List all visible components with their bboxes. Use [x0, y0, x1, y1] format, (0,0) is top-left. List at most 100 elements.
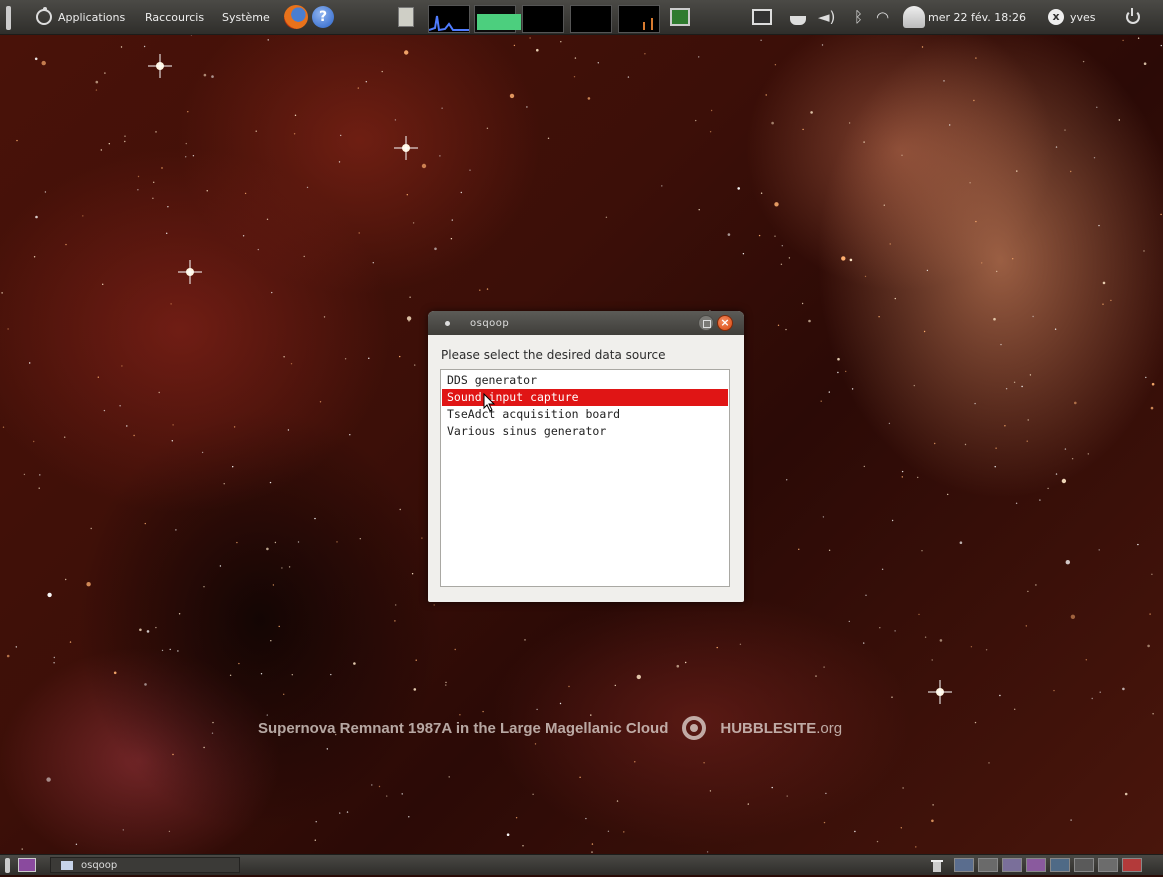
- workspace-3[interactable]: [1002, 858, 1022, 872]
- star: [236, 541, 238, 544]
- star: [889, 243, 891, 245]
- star: [412, 222, 415, 224]
- menu-raccourcis[interactable]: Raccourcis: [145, 0, 204, 34]
- star: [1070, 819, 1072, 821]
- star: [1151, 573, 1153, 575]
- star: [1061, 478, 1067, 484]
- workspace-7[interactable]: [1098, 858, 1118, 872]
- swap-graph[interactable]: [570, 5, 612, 33]
- list-item-sinus-generator[interactable]: Various sinus generator: [442, 423, 728, 440]
- star: [781, 245, 783, 247]
- user-icon[interactable]: x: [1048, 0, 1064, 34]
- workspace-5[interactable]: [1050, 858, 1070, 872]
- dialog-titlebar[interactable]: osqoop ×: [428, 311, 744, 335]
- star: [260, 673, 263, 675]
- display-icon[interactable]: [752, 0, 772, 34]
- star: [698, 209, 700, 211]
- star: [269, 481, 272, 484]
- star: [102, 283, 104, 285]
- star: [39, 474, 41, 476]
- star: [69, 641, 72, 643]
- star: [359, 538, 361, 540]
- star: [65, 243, 67, 246]
- star: [969, 182, 971, 184]
- bright-star: [928, 680, 952, 704]
- close-button[interactable]: ×: [717, 315, 733, 331]
- star: [486, 288, 489, 290]
- star: [255, 130, 257, 132]
- memory-graph[interactable]: [474, 5, 521, 33]
- workspace-2[interactable]: [978, 858, 998, 872]
- ubuntu-logo-icon[interactable]: [36, 0, 52, 34]
- top-panel: Applications Raccourcis Système ? ◄) ᛒ ◠…: [0, 0, 1163, 35]
- panel-handle[interactable]: [6, 6, 11, 30]
- menu-applications[interactable]: Applications: [58, 0, 125, 34]
- star: [314, 517, 316, 520]
- star: [451, 219, 453, 221]
- star: [616, 800, 619, 802]
- trash-icon[interactable]: [930, 858, 944, 872]
- list-item-dds-generator[interactable]: DDS generator: [442, 372, 728, 389]
- star: [121, 365, 123, 367]
- battery-icon[interactable]: [670, 0, 690, 34]
- menu-systeme[interactable]: Système: [222, 0, 270, 34]
- star: [1096, 106, 1098, 109]
- hubblesite-logo-icon: [682, 716, 707, 740]
- star: [399, 355, 401, 358]
- help-icon[interactable]: ?: [312, 0, 334, 34]
- star: [634, 761, 636, 763]
- window-menu-icon[interactable]: [445, 320, 450, 326]
- workspace-4[interactable]: [1026, 858, 1046, 872]
- star: [203, 73, 207, 77]
- star: [1005, 388, 1008, 390]
- workspace-1[interactable]: [954, 858, 974, 872]
- maximize-button[interactable]: [698, 315, 714, 331]
- star: [1027, 590, 1029, 593]
- bluetooth-icon[interactable]: ᛒ: [854, 0, 863, 34]
- wifi-icon[interactable]: ◠: [876, 0, 889, 34]
- volume-icon[interactable]: ◄): [818, 0, 835, 34]
- star: [774, 202, 779, 207]
- star: [774, 63, 777, 66]
- star: [532, 793, 534, 795]
- star: [1039, 499, 1041, 501]
- star: [974, 402, 976, 405]
- clock[interactable]: mer 22 fév. 18:26: [928, 0, 1026, 34]
- star: [479, 289, 481, 291]
- power-icon[interactable]: [1126, 0, 1140, 34]
- username: yves: [1070, 10, 1096, 24]
- workspace-8[interactable]: [1122, 858, 1142, 872]
- load-graph[interactable]: [618, 5, 660, 33]
- show-desktop-icon[interactable]: [18, 858, 36, 872]
- star: [192, 155, 195, 157]
- star: [411, 573, 414, 575]
- star: [931, 659, 933, 661]
- star: [607, 830, 610, 832]
- star: [168, 830, 171, 833]
- window-icon: [61, 860, 73, 870]
- star: [529, 37, 531, 39]
- star: [303, 255, 305, 258]
- network-monitor-icon[interactable]: [398, 0, 414, 34]
- star: [203, 746, 205, 749]
- star: [172, 753, 174, 756]
- panel-handle[interactable]: [5, 858, 10, 873]
- star: [1085, 659, 1088, 661]
- star: [524, 639, 526, 641]
- star: [864, 275, 867, 278]
- star: [627, 76, 630, 78]
- firefox-icon[interactable]: [284, 0, 308, 34]
- star: [970, 646, 973, 648]
- cpu-graph[interactable]: [428, 5, 470, 33]
- mail-icon[interactable]: [903, 0, 925, 34]
- star: [146, 630, 150, 633]
- taskbar-button-osqoop[interactable]: osqoop: [50, 857, 240, 873]
- bright-star: [178, 260, 202, 284]
- star: [291, 674, 293, 676]
- network-graph[interactable]: [522, 5, 564, 33]
- star: [902, 787, 904, 789]
- star: [244, 192, 247, 195]
- user-menu[interactable]: yves: [1070, 0, 1096, 34]
- workspace-6[interactable]: [1074, 858, 1094, 872]
- tea-timer-icon[interactable]: [790, 0, 806, 34]
